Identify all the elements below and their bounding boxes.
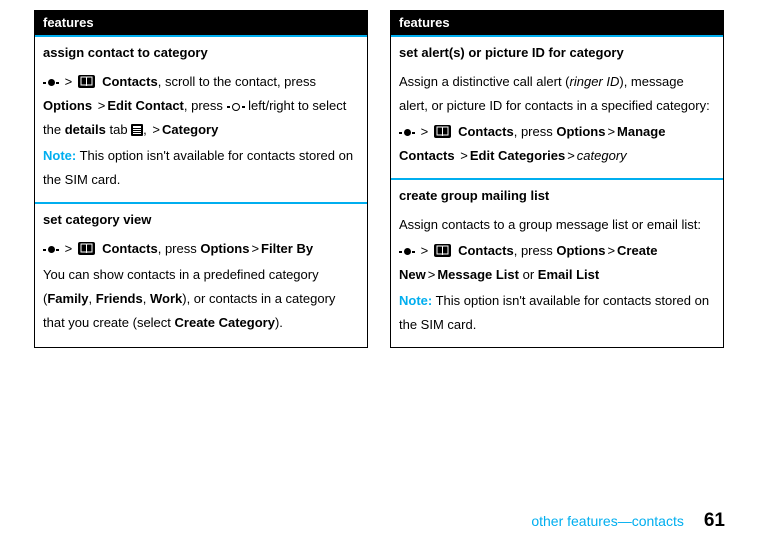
left-column: features assign contact to category > Co… bbox=[34, 10, 368, 348]
feature-desc: Assign contacts to a group message list … bbox=[399, 213, 715, 237]
feature-assign-contact: assign contact to category > Contacts, s… bbox=[35, 35, 367, 202]
phonebook-icon bbox=[78, 242, 95, 255]
page-footer: other features—contacts 61 bbox=[531, 510, 725, 532]
right-header: features bbox=[391, 11, 723, 35]
feature-desc: You can show contacts in a predefined ca… bbox=[43, 263, 359, 335]
nav-key-icon bbox=[227, 102, 245, 111]
left-header: features bbox=[35, 11, 367, 35]
page-number: 61 bbox=[704, 510, 725, 532]
right-column: features set alert(s) or picture ID for … bbox=[390, 10, 724, 348]
feature-title: create group mailing list bbox=[399, 188, 715, 203]
center-key-icon bbox=[43, 245, 59, 254]
feature-desc: Assign a distinctive call alert (ringer … bbox=[399, 70, 715, 118]
feature-body: > Contacts, scroll to the contact, press… bbox=[43, 70, 359, 142]
section-link: other features—contacts bbox=[531, 513, 684, 529]
feature-title: set alert(s) or picture ID for category bbox=[399, 45, 715, 60]
phonebook-icon bbox=[434, 125, 451, 138]
feature-set-category-view: set category view > Contacts, press Opti… bbox=[35, 202, 367, 345]
feature-body: > Contacts, press Options>Create New>Mes… bbox=[399, 239, 715, 287]
feature-body: > Contacts, press Options>Manage Contact… bbox=[399, 120, 715, 168]
phonebook-icon bbox=[78, 75, 95, 88]
feature-set-alert-id: set alert(s) or picture ID for category … bbox=[391, 35, 723, 178]
center-key-icon bbox=[43, 78, 59, 87]
details-tab-icon bbox=[131, 124, 143, 136]
phonebook-icon bbox=[434, 244, 451, 257]
feature-body: > Contacts, press Options>Filter By bbox=[43, 237, 359, 261]
feature-title: set category view bbox=[43, 212, 359, 227]
center-key-icon bbox=[399, 128, 415, 137]
feature-group-mailing: create group mailing list Assign contact… bbox=[391, 178, 723, 347]
center-key-icon bbox=[399, 247, 415, 256]
feature-note: Note: This option isn't available for co… bbox=[399, 289, 715, 337]
feature-note: Note: This option isn't available for co… bbox=[43, 144, 359, 192]
feature-title: assign contact to category bbox=[43, 45, 359, 60]
